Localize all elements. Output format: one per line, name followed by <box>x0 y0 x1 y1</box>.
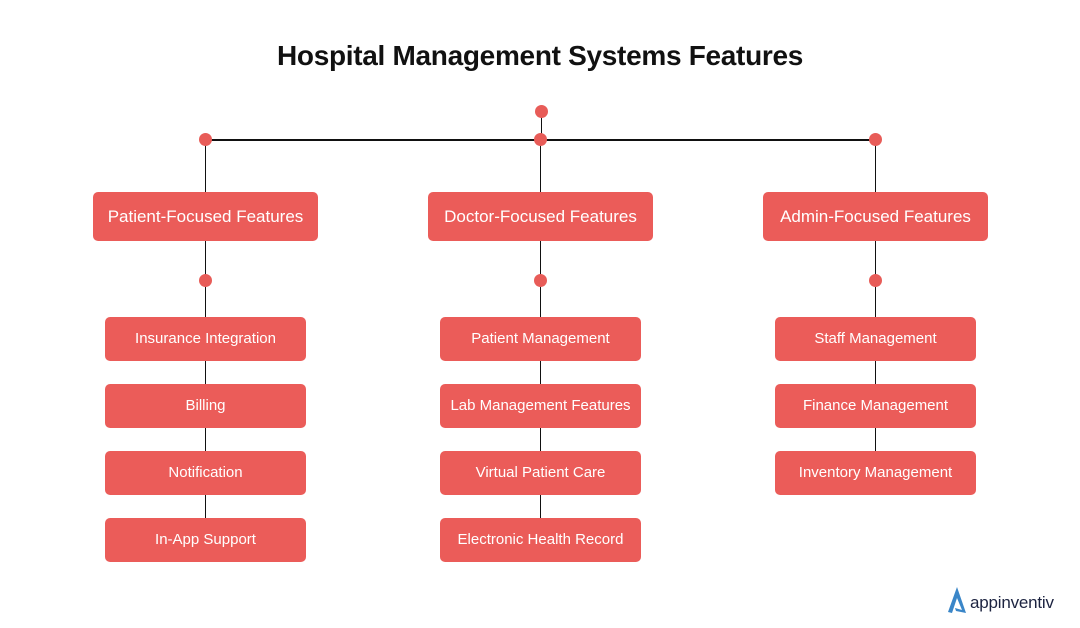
feature-box: Insurance Integration <box>105 317 306 361</box>
feature-box: Billing <box>105 384 306 428</box>
feature-box: Staff Management <box>775 317 976 361</box>
feature-box: Electronic Health Record <box>440 518 641 562</box>
category-box: Doctor-Focused Features <box>428 192 653 241</box>
brand-logo: appinventiv <box>947 586 1054 619</box>
brand-name: appinventiv <box>970 592 1054 612</box>
category-box: Admin-Focused Features <box>763 192 988 241</box>
feature-box: Lab Management Features <box>440 384 641 428</box>
appinventiv-a-icon <box>947 586 967 619</box>
branch-node-dot <box>869 133 882 146</box>
category-node-dot <box>869 273 882 287</box>
feature-box: Notification <box>105 451 306 495</box>
diagram-title: Hospital Management Systems Features <box>276 40 804 71</box>
feature-box: Virtual Patient Care <box>440 451 641 495</box>
feature-box: In-App Support <box>105 518 306 562</box>
feature-box: Finance Management <box>775 384 976 428</box>
feature-box: Patient Management <box>440 317 641 361</box>
category-box: Patient-Focused Features <box>93 192 318 241</box>
root-node-dot <box>534 104 548 118</box>
branch-node-dot <box>534 133 547 146</box>
category-node-dot <box>534 273 547 287</box>
branch-node-dot <box>199 133 212 146</box>
category-node-dot <box>199 273 212 287</box>
feature-box: Inventory Management <box>775 451 976 495</box>
